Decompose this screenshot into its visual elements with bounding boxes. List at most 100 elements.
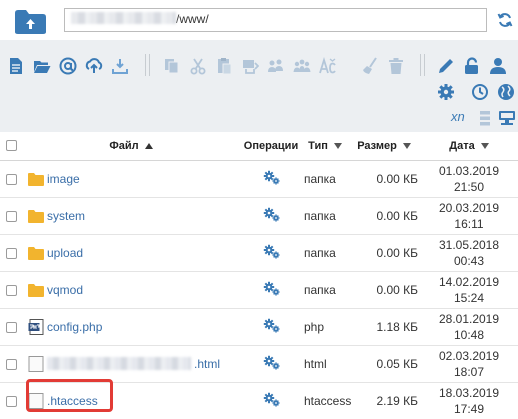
header-size[interactable]: Размер [348, 132, 420, 161]
operations-gear-icon[interactable] [263, 281, 280, 296]
row-checkbox[interactable] [5, 358, 17, 370]
file-size: 0.00 КБ [348, 160, 420, 198]
file-date: 18.03.2019 17:49 [420, 382, 518, 419]
globe-icon[interactable] [497, 83, 515, 101]
date-value: 20.03.2019 [438, 200, 500, 215]
toolbar-separator [424, 54, 425, 76]
sort-desc-icon [402, 142, 411, 149]
file-name[interactable]: .htaccess [47, 394, 98, 408]
file-name[interactable]: config.php [47, 320, 102, 334]
file-size: 0.00 КБ [348, 271, 420, 309]
operations-cell[interactable] [240, 234, 302, 272]
row-checkbox-cell [0, 197, 22, 235]
table-row[interactable]: .htaccess htaccess 2.19 КБ 18.03.2019 17:49 [0, 382, 518, 419]
folder-icon [28, 172, 44, 186]
at-icon[interactable] [59, 57, 77, 75]
settings-icon[interactable] [437, 83, 455, 101]
file-name[interactable]: .html [194, 357, 220, 371]
row-checkbox[interactable] [5, 173, 17, 185]
file-name[interactable]: system [47, 209, 85, 223]
download-icon[interactable] [111, 57, 129, 75]
header-type[interactable]: Тип [302, 132, 348, 161]
cut-icon[interactable] [189, 57, 207, 75]
duplicate-icon[interactable] [241, 57, 259, 75]
file-date: 31.05.2018 00:43 [420, 234, 518, 272]
new-file-icon[interactable] [7, 57, 25, 75]
time-value: 10:48 [453, 327, 485, 342]
path-input[interactable]: /www/ [64, 8, 487, 32]
row-checkbox[interactable] [5, 395, 17, 407]
file-name-cell[interactable]: .htaccess [22, 382, 240, 419]
row-checkbox-cell [0, 308, 22, 346]
file-name-cell[interactable]: vqmod [22, 271, 240, 309]
header-file[interactable]: Файл [22, 132, 240, 161]
operations-cell[interactable] [240, 382, 302, 419]
network-icon[interactable] [498, 109, 516, 127]
operations-gear-icon[interactable] [263, 207, 280, 222]
xn-label[interactable]: xn [451, 109, 465, 124]
user-icon[interactable] [489, 57, 507, 75]
operations-gear-icon[interactable] [263, 170, 280, 185]
operations-gear-icon[interactable] [263, 244, 280, 259]
file-date: 28.01.2019 10:48 [420, 308, 518, 346]
open-folder-icon[interactable] [33, 57, 51, 75]
date-value: 31.05.2018 [438, 237, 500, 252]
edit-icon[interactable] [437, 57, 455, 75]
refresh-icon[interactable] [497, 12, 513, 28]
row-checkbox[interactable] [5, 284, 17, 296]
file-name-cell[interactable]: system [22, 197, 240, 235]
operations-gear-icon[interactable] [263, 392, 280, 407]
file-name[interactable]: upload [47, 246, 83, 260]
table-row[interactable]: image папка 0.00 КБ 01.03.2019 21:50 [0, 160, 518, 198]
table-row[interactable]: system папка 0.00 КБ 20.03.2019 16:11 [0, 197, 518, 235]
row-checkbox-cell [0, 345, 22, 383]
upload-folder-icon[interactable] [14, 9, 47, 35]
folder-icon [28, 246, 44, 260]
php-file-icon [28, 318, 44, 335]
unlock-icon[interactable] [463, 57, 481, 75]
file-size: 0.05 КБ [348, 345, 420, 383]
file-date: 01.03.2019 21:50 [420, 160, 518, 198]
table-row[interactable]: .html html 0.05 КБ 02.03.2019 18:07 [0, 345, 518, 383]
row-checkbox-cell [0, 271, 22, 309]
file-type: папка [302, 271, 348, 309]
rename-icon[interactable] [319, 57, 337, 75]
select-all-checkbox[interactable] [5, 140, 17, 152]
time-value: 16:11 [454, 216, 484, 231]
operations-gear-icon[interactable] [263, 355, 280, 370]
file-name[interactable]: image [47, 172, 80, 186]
operations-cell[interactable] [240, 160, 302, 198]
operations-cell[interactable] [240, 271, 302, 309]
file-name-cell[interactable]: image [22, 160, 240, 198]
table-row[interactable]: vqmod папка 0.00 КБ 14.02.2019 15:24 [0, 271, 518, 309]
row-checkbox[interactable] [5, 247, 17, 259]
file-name-cell[interactable]: upload [22, 234, 240, 272]
upload-icon[interactable] [85, 57, 103, 75]
operations-gear-icon[interactable] [263, 318, 280, 333]
operations-cell[interactable] [240, 197, 302, 235]
copy-icon[interactable] [163, 57, 181, 75]
delete-icon[interactable] [387, 57, 405, 75]
table-row[interactable]: upload папка 0.00 КБ 31.05.2018 00:43 [0, 234, 518, 272]
table-header-row: Файл Операции Тип Размер Дата [0, 132, 518, 161]
list-view-icon[interactable] [476, 109, 494, 127]
operations-cell[interactable] [240, 308, 302, 346]
filename-redacted [47, 357, 191, 370]
header-date[interactable]: Дата [420, 132, 518, 161]
date-value: 01.03.2019 [438, 163, 500, 178]
clear-icon[interactable] [361, 57, 379, 75]
file-name[interactable]: vqmod [47, 283, 83, 297]
select-all-cell [0, 132, 22, 161]
sort-asc-icon [144, 142, 153, 149]
paste-icon[interactable] [215, 57, 233, 75]
history-icon[interactable] [471, 83, 489, 101]
users-group-icon[interactable] [293, 57, 311, 75]
operations-cell[interactable] [240, 345, 302, 383]
file-name-cell[interactable]: .html [22, 345, 240, 383]
file-name-cell[interactable]: config.php [22, 308, 240, 346]
users-icon[interactable] [267, 57, 285, 75]
table-row[interactable]: config.php php 1.18 КБ 28.01.2019 10:48 [0, 308, 518, 346]
row-checkbox[interactable] [5, 321, 17, 333]
row-checkbox[interactable] [5, 210, 17, 222]
file-size: 0.00 КБ [348, 234, 420, 272]
